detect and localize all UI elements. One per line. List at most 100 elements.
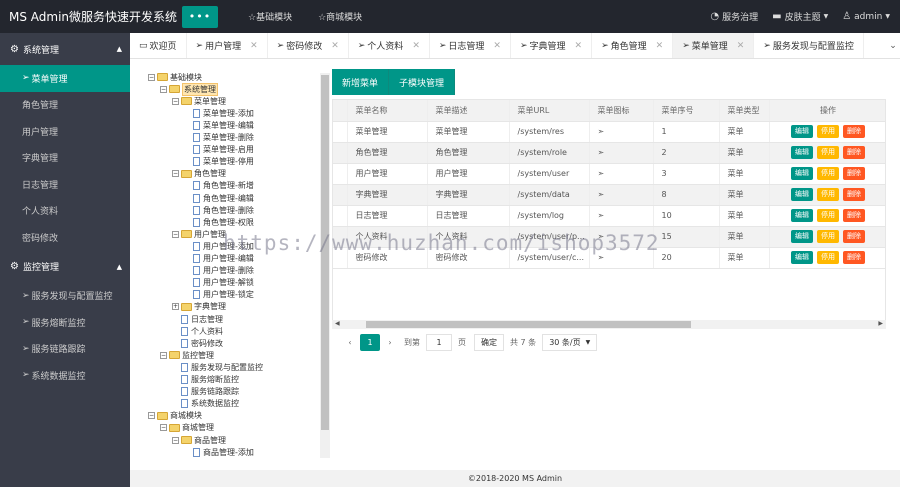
tree-node[interactable]: − 商品管理 [172,434,226,446]
delete-button[interactable]: 删除 [843,230,865,243]
tree-node[interactable]: 菜单管理-删除 [184,132,254,144]
tree-node[interactable]: 角色管理-权限 [184,216,254,228]
tree-node[interactable]: 用户管理-删除 [184,265,254,277]
tree-node[interactable]: − 商城管理 [160,422,214,434]
page-size-select[interactable]: 30 条/页 ▼ [542,334,598,351]
edit-button[interactable]: 编辑 [791,125,813,138]
table-row[interactable]: 密码修改 密码修改/system/user/c... ➣ 20 菜单 编辑 停用 删除 [333,247,885,269]
tree-node[interactable]: 密码修改 [172,337,223,349]
tree-node[interactable]: 服务链路跟踪 [172,386,239,398]
tree-node[interactable]: 服务发现与配置监控 [172,361,263,373]
top-nav-mall-module[interactable]: ☆商城模块 [318,10,362,23]
close-icon[interactable]: ✕ [493,41,501,51]
tree-node[interactable]: 菜单管理-停用 [184,156,254,168]
tab-user[interactable]: ➢ 用户管理 ✕ [187,33,268,58]
collapse-icon[interactable]: − [148,73,155,81]
sidebar-item-log[interactable]: 日志管理 [0,171,130,198]
tree-node[interactable]: − 监控管理 [160,349,214,361]
tree-node[interactable]: 日志管理 [172,313,223,325]
sidebar-item-trace[interactable]: ➢ 服务链路跟踪 [0,336,130,363]
next-page-icon[interactable]: › [380,334,400,351]
collapse-icon[interactable]: − [172,230,179,238]
sidebar-item-user[interactable]: 用户管理 [0,118,130,145]
collapse-icon[interactable]: − [160,351,167,359]
tree-node[interactable]: 角色管理-新增 [184,180,254,192]
delete-button[interactable]: 删除 [843,146,865,159]
sidebar-item-profile[interactable]: 个人资料 [0,198,130,225]
tree-node[interactable]: − 基础模块 [148,71,202,83]
sidebar-item-role[interactable]: 角色管理 [0,92,130,119]
tab-discovery[interactable]: ➢ 服务发现与配置监控 [754,33,864,58]
table-row[interactable]: 用户管理 用户管理/system/user ➣ 3 菜单 编辑 停用 删除 [333,163,885,185]
delete-button[interactable]: 删除 [843,167,865,180]
tree-node[interactable]: − 菜单管理 [172,95,226,107]
edit-button[interactable]: 编辑 [791,209,813,222]
service-governance-link[interactable]: ◔ 服务治理 [710,10,758,23]
child-module-button[interactable]: 子模块管理 [389,69,456,95]
goto-confirm-button[interactable]: 确定 [474,334,504,351]
tree-node[interactable]: 个人资料 [172,325,223,337]
tree-scrollbar-thumb[interactable] [321,75,329,430]
table-row[interactable]: 日志管理 日志管理/system/log ➣ 10 菜单 编辑 停用 删除 [333,205,885,227]
tab-menu[interactable]: ➢ 菜单管理 ✕ [673,33,755,58]
tab-log[interactable]: ➢ 日志管理 ✕ [430,33,511,58]
edit-button[interactable]: 编辑 [791,251,813,264]
sidebar-item-dict[interactable]: 字典管理 [0,145,130,172]
edit-button[interactable]: 编辑 [791,167,813,180]
sidebar-group-monitor[interactable]: ⚙ 监控管理 ▲ [0,251,130,283]
close-icon[interactable]: ✕ [737,41,745,51]
delete-button[interactable]: 删除 [843,188,865,201]
tree-node[interactable]: 系统数据监控 [172,398,239,410]
tree-node[interactable]: 用户管理-解锁 [184,277,254,289]
close-icon[interactable]: ✕ [656,41,664,51]
sidebar-group-system[interactable]: ⚙ 系统管理 ▲ [0,33,130,65]
sidebar-item-menu[interactable]: ➢ 菜单管理 [0,65,130,92]
tree-node[interactable]: − 商城模块 [148,410,202,422]
disable-button[interactable]: 停用 [817,209,839,222]
tab-role[interactable]: ➢ 角色管理 ✕ [592,33,674,58]
tree-node[interactable]: 角色管理-编辑 [184,192,254,204]
collapse-icon[interactable]: − [160,85,167,93]
close-icon[interactable]: ✕ [331,41,339,51]
tree-node[interactable]: 用户管理-添加 [184,240,254,252]
table-row[interactable]: 字典管理 字典管理/system/data ➣ 8 菜单 编辑 停用 删除 [333,184,885,206]
disable-button[interactable]: 停用 [817,167,839,180]
page-number-input[interactable]: 1 [426,334,452,351]
user-menu[interactable]: ♙ admin ▼ [842,11,890,22]
sidebar-item-circuit[interactable]: ➢ 服务熔断监控 [0,309,130,336]
tab-dict[interactable]: ➢ 字典管理 ✕ [511,33,593,58]
sidebar-item-sysdata[interactable]: ➢ 系统数据监控 [0,362,130,389]
collapse-icon[interactable]: − [172,436,179,444]
edit-button[interactable]: 编辑 [791,188,813,201]
edit-button[interactable]: 编辑 [791,146,813,159]
tree-scrollbar[interactable] [320,73,330,458]
scroll-right-icon[interactable]: ▶ [878,320,883,327]
table-scrollbar-thumb[interactable] [366,321,691,328]
table-row[interactable]: 角色管理 角色管理/system/role ➣ 2 菜单 编辑 停用 删除 [333,142,885,164]
chevron-down-icon[interactable]: ⌄ [886,33,900,58]
tree-node[interactable]: 角色管理-删除 [184,204,254,216]
edit-button[interactable]: 编辑 [791,230,813,243]
table-horizontal-scrollbar[interactable]: ◀ ▶ [332,320,886,329]
disable-button[interactable]: 停用 [817,146,839,159]
tree-node[interactable]: 菜单管理-启用 [184,144,254,156]
top-nav-basic-module[interactable]: ☆基础模块 [248,10,292,23]
menu-toggle-button[interactable]: ••• [182,5,218,28]
page-button-current[interactable]: 1 [360,334,380,351]
tree-node[interactable]: 用户管理-锁定 [184,289,254,301]
collapse-icon[interactable]: − [172,97,179,105]
delete-button[interactable]: 删除 [843,209,865,222]
tab-password[interactable]: ➢ 密码修改 ✕ [268,33,349,58]
tree-node[interactable]: 商品管理-添加 [184,446,254,458]
sidebar-item-discovery[interactable]: ➢ 服务发现与配置监控 [0,283,130,310]
table-row[interactable]: 个人资料 个人资料/system/user/p... ➣ 15 菜单 编辑 停用 删除 [333,226,885,248]
prev-page-icon[interactable]: ‹ [340,334,360,351]
close-icon[interactable]: ✕ [412,41,420,51]
tree-node[interactable]: 菜单管理-编辑 [184,119,254,131]
collapse-icon[interactable]: − [172,170,179,178]
disable-button[interactable]: 停用 [817,188,839,201]
tree-node[interactable]: 服务熔断监控 [172,374,239,386]
disable-button[interactable]: 停用 [817,125,839,138]
tree-node[interactable]: − 用户管理 [172,228,226,240]
tree-node[interactable]: 菜单管理-添加 [184,107,254,119]
